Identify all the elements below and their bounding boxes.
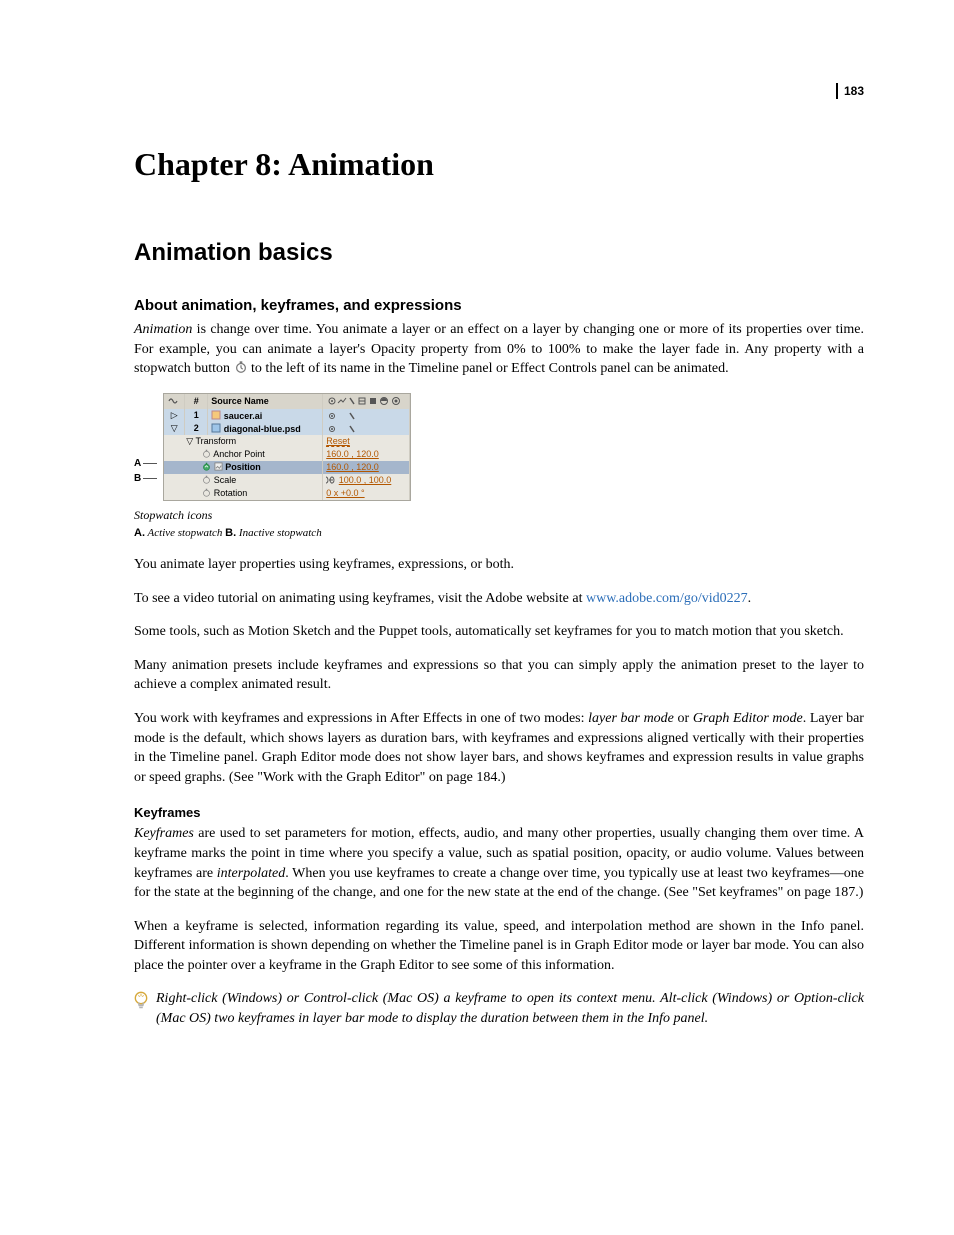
keyframes-heading: Keyframes — [134, 805, 864, 820]
layer-2-name: diagonal-blue.psd — [208, 422, 323, 435]
transform-label: ▽ Transform — [164, 435, 323, 448]
page-number-separator — [836, 83, 838, 99]
paragraph-keyframe-info: When a keyframe is selected, information… — [134, 917, 864, 976]
scale-value: 100.0 , 100.0 — [323, 474, 410, 487]
term-interpolated: interpolated — [217, 866, 285, 881]
source-name-header: Source Name — [208, 394, 323, 409]
scale-label: Scale — [164, 474, 323, 487]
video-text-end: . — [748, 591, 752, 606]
page-number-bar: 183 — [134, 82, 864, 100]
figure-label-b: B — [134, 472, 157, 485]
section-title: Animation basics — [134, 239, 864, 267]
layer-1-index: 1 — [185, 409, 208, 422]
paragraph-keyframes-def: Keyframes are used to set parameters for… — [134, 824, 864, 902]
page-content: 183 Chapter 8: Animation Animation basic… — [0, 0, 954, 1089]
switches-header — [323, 394, 410, 409]
layer-2-row: ▽ 2 diagonal-blue.psd — [164, 422, 410, 435]
figure-labels: A B — [134, 393, 157, 485]
figure-stopwatch: A B # Source Name — [134, 393, 864, 501]
term-keyframes: Keyframes — [134, 826, 194, 841]
anchor-point-label: Anchor Point — [164, 448, 323, 461]
scale-row: Scale 100.0 , 100.0 — [164, 474, 410, 487]
layer-1-name: saucer.ai — [208, 409, 323, 422]
panel-header: # Source Name — [164, 394, 410, 409]
figure-label-a: A — [134, 457, 157, 470]
intro-text-2: to the left of its name in the Timeline … — [248, 361, 729, 376]
paragraph-modes: You work with keyframes and expressions … — [134, 709, 864, 787]
caption-legend: A. Active stopwatch B. Inactive stopwatc… — [134, 526, 864, 541]
subsection-title: About animation, keyframes, and expressi… — [134, 297, 864, 314]
timeline-panel: # Source Name — [163, 393, 411, 501]
layer-1-row: ▷ 1 saucer.ai — [164, 409, 410, 422]
anchor-point-row: Anchor Point 160.0 , 120.0 — [164, 448, 410, 461]
layer-2-index: 2 — [185, 422, 208, 435]
transform-row: ▽ Transform Reset — [164, 435, 410, 448]
tip-text: Right-click (Windows) or Control-click (… — [156, 989, 864, 1028]
caption-title: Stopwatch icons — [134, 507, 864, 524]
rotation-label: Rotation — [164, 487, 323, 500]
anchor-point-value: 160.0 , 120.0 — [323, 448, 410, 461]
tip-block: Right-click (Windows) or Control-click (… — [134, 989, 864, 1028]
position-label: Position — [164, 461, 323, 474]
paragraph-video-link: To see a video tutorial on animating usi… — [134, 589, 864, 609]
paragraph-presets: Many animation presets include keyframes… — [134, 656, 864, 695]
rotation-value: 0 x +0.0 ° — [323, 487, 410, 500]
twirl-open-icon: ▽ — [164, 422, 185, 435]
figure-caption: Stopwatch icons A. Active stopwatch B. I… — [134, 507, 864, 541]
adobe-link[interactable]: www.adobe.com/go/vid0227 — [586, 591, 748, 606]
layer-2-switches — [323, 422, 410, 435]
shy-column — [164, 394, 185, 409]
stopwatch-icon — [234, 360, 248, 374]
index-column: # — [185, 394, 208, 409]
term-layer-bar: layer bar mode — [588, 711, 674, 726]
lightbulb-icon — [134, 991, 148, 1012]
term-graph-editor: Graph Editor mode — [693, 711, 803, 726]
intro-paragraph: Animation is change over time. You anima… — [134, 320, 864, 379]
paragraph-keyframes-expr: You animate layer properties using keyfr… — [134, 555, 864, 575]
rotation-row: Rotation 0 x +0.0 ° — [164, 487, 410, 500]
chapter-title: Chapter 8: Animation — [134, 146, 864, 183]
position-value: 160.0 , 120.0 — [323, 461, 410, 474]
page-number: 183 — [844, 84, 864, 98]
layer-1-switches — [323, 409, 410, 422]
term-animation: Animation — [134, 322, 192, 337]
position-row: Position 160.0 , 120.0 — [164, 461, 410, 474]
twirl-icon: ▷ — [164, 409, 185, 422]
video-text: To see a video tutorial on animating usi… — [134, 591, 586, 606]
paragraph-tools: Some tools, such as Motion Sketch and th… — [134, 622, 864, 642]
transform-reset: Reset — [323, 435, 410, 448]
